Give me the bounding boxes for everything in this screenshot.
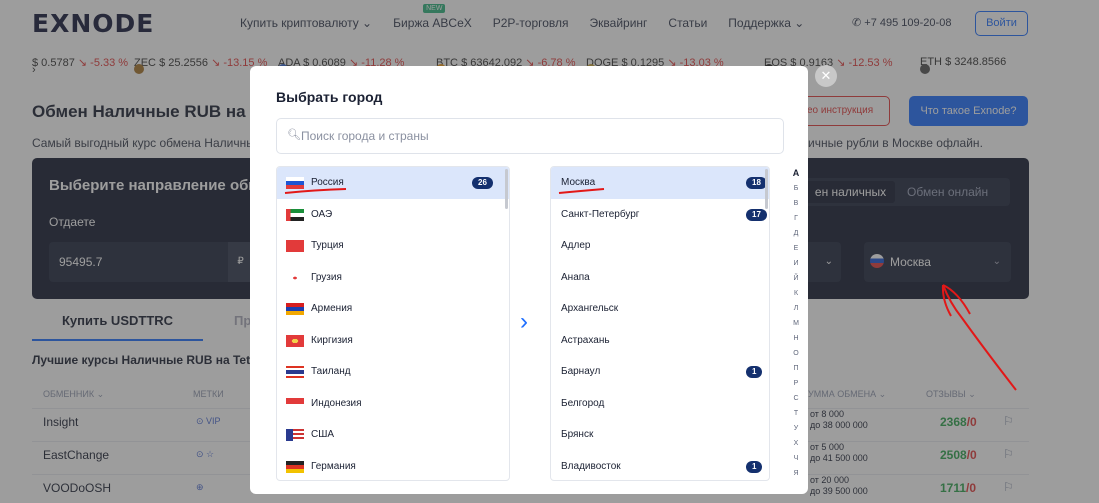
country-item[interactable]: США [277,419,509,451]
flag-icon [286,334,304,347]
city-item[interactable]: Владивосток 1 [551,451,769,481]
country-item[interactable]: ОАЭ [277,199,509,231]
country-item[interactable]: Германия [277,451,509,481]
city-item[interactable]: Белгород [551,388,769,420]
search-icon: 🔍︎ [287,129,301,141]
country-item[interactable]: Турция [277,230,509,262]
city-item[interactable]: Барнаул 1 [551,356,769,388]
count-badge: 18 [746,177,767,189]
flag-icon [286,460,304,473]
alphabet-letter[interactable]: Е [791,241,801,256]
flag-icon [286,366,304,378]
country-name: Германия [311,460,356,472]
city-item[interactable]: Астрахань [551,325,769,357]
city-name: Астрахань [561,334,610,346]
alphabet-letter[interactable]: В [791,196,801,211]
country-name: ОАЭ [311,208,333,220]
alphabet-letter[interactable]: У [791,421,801,436]
flag-icon [286,303,304,315]
modal-title: Выбрать город [276,89,383,105]
city-item[interactable]: Санкт-Петербург 17 [551,199,769,231]
city-name: Москва [561,177,596,188]
alphabet-index: АБВГДЕИЙКЛМНОПРСТУХЧЯ [791,166,801,481]
alphabet-letter[interactable]: К [791,286,801,301]
country-name: Индонезия [311,397,362,409]
city-name: Архангельск [561,303,619,314]
country-item[interactable]: Индонезия [277,388,509,420]
city-item[interactable]: Архангельск [551,293,769,325]
country-name: Армения [311,303,353,314]
alphabet-letter[interactable]: П [791,361,801,376]
alphabet-letter[interactable]: И [791,256,801,271]
country-item[interactable]: Россия 26 [277,167,509,199]
alphabet-letter[interactable]: Х [791,436,801,451]
city-item[interactable]: Анапа [551,262,769,294]
city-name: Санкт-Петербург [561,208,640,220]
country-name: Грузия [311,271,342,283]
city-name: Брянск [561,429,594,440]
alphabet-letter[interactable]: Й [791,271,801,286]
country-item[interactable]: Армения [277,293,509,325]
city-item[interactable]: Москва 18 [551,167,769,199]
alphabet-letter[interactable]: О [791,346,801,361]
country-list: Германия США Индонезия Таиланд Киргизия Армен… [276,166,510,481]
flag-icon [286,208,304,221]
count-badge: 1 [746,460,763,473]
alphabet-letter[interactable]: Я [791,466,801,481]
alphabet-letter[interactable]: Н [791,331,801,346]
country-item[interactable]: Киргизия [277,325,509,357]
flag-icon [286,271,304,284]
alphabet-letter[interactable]: Л [791,301,801,316]
alphabet-letter[interactable]: Д [791,226,801,241]
city-item[interactable]: Адлер [551,230,769,262]
count-badge: 26 [472,177,493,189]
country-item[interactable]: Таиланд [277,356,509,388]
flag-icon [286,177,304,189]
country-item[interactable]: Грузия [277,262,509,294]
count-badge: 17 [746,208,767,221]
search-placeholder: Поиск города и страны [301,129,429,143]
country-name: Таиланд [311,366,351,377]
alphabet-letter[interactable]: Г [791,211,801,226]
city-picker-modal: Выбрать город 🔍︎ Поиск города и страны Г… [250,66,808,494]
alphabet-letter[interactable]: Б [791,181,801,196]
city-name: Адлер [561,240,591,251]
city-scrollbar[interactable] [765,169,768,209]
country-name: США [311,429,335,440]
alphabet-letter[interactable]: С [791,391,801,406]
country-name: Россия [311,177,344,188]
flag-icon [286,397,304,410]
flag-icon [286,240,304,252]
alphabet-letter[interactable]: Ч [791,451,801,466]
country-name: Киргизия [311,334,353,346]
city-item[interactable]: Брянск [551,419,769,451]
count-badge: 1 [746,366,763,378]
close-icon[interactable]: ✕ [815,65,837,87]
city-search-input[interactable]: 🔍︎ Поиск города и страны [276,118,784,154]
alphabet-letter[interactable]: Р [791,376,801,391]
city-name: Барнаул [561,366,601,377]
city-name: Белгород [561,397,605,409]
country-scrollbar[interactable] [505,169,508,209]
flag-icon [286,429,304,441]
city-name: Владивосток [561,460,621,472]
city-name: Анапа [561,271,590,283]
country-name: Турция [311,240,344,251]
alphabet-letter[interactable]: Т [791,406,801,421]
alphabet-letter[interactable]: А [791,166,801,181]
alphabet-letter[interactable]: М [791,316,801,331]
city-list: Владивосток 1 Брянск Белгород Барнаул 1 Астрах… [550,166,770,481]
chevron-right-icon: › [520,308,528,335]
